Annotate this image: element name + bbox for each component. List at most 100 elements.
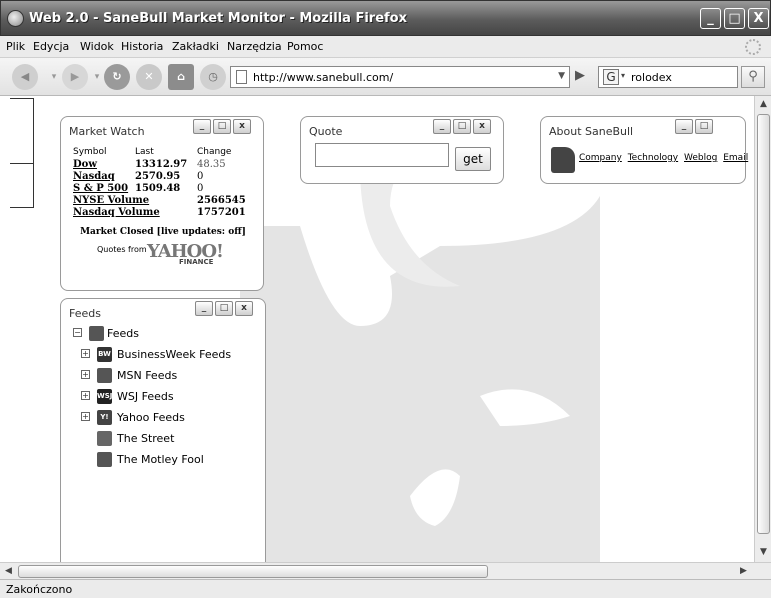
widget-maximize-icon[interactable]: □ [453, 119, 471, 134]
maximize-button[interactable]: □ [724, 8, 745, 29]
change-value: 0 [197, 171, 204, 182]
minimize-button[interactable]: _ [700, 8, 721, 29]
quote-symbol-input[interactable] [315, 143, 449, 167]
widget-maximize-icon[interactable]: □ [213, 119, 231, 134]
feed-label[interactable]: WSJ Feeds [117, 390, 174, 403]
scroll-down-icon[interactable]: ▼ [756, 545, 771, 560]
symbol-link[interactable]: Nasdaq [73, 171, 115, 182]
widget-minimize-icon[interactable]: _ [433, 119, 451, 134]
email-link[interactable]: Email [723, 153, 748, 163]
vertical-scrollbar[interactable]: ▲ ▼ [754, 96, 771, 562]
about-controls: _ □ [673, 119, 713, 135]
url-bar[interactable]: http://www.sanebull.com/ ▼ [230, 66, 570, 88]
url-text[interactable]: http://www.sanebull.com/ [253, 71, 393, 84]
forward-icon[interactable]: ▶ [62, 64, 88, 90]
widget-close-icon[interactable]: x [233, 119, 251, 134]
widget-minimize-icon[interactable]: _ [193, 119, 211, 134]
expand-icon[interactable]: + [81, 412, 90, 421]
widget-close-icon[interactable]: x [235, 301, 253, 316]
back-icon[interactable]: ◀ [12, 64, 38, 90]
navigation-toolbar: ◀ ▾ ▶ ▾ ↻ ✕ ⌂ ◷ http://www.sanebull.com/… [0, 58, 771, 96]
stop-icon[interactable]: ✕ [136, 64, 162, 90]
company-link[interactable]: Company [579, 153, 622, 163]
feed-label[interactable]: MSN Feeds [117, 369, 177, 382]
sanebull-logo-icon [551, 147, 575, 173]
volume-label-link[interactable]: NYSE Volume [73, 195, 149, 206]
search-engine-icon[interactable]: G [603, 69, 619, 85]
home-icon[interactable]: ⌂ [168, 64, 194, 90]
feeds-controls: _ □ x [193, 301, 253, 317]
widget-minimize-icon[interactable]: _ [675, 119, 693, 134]
menu-view[interactable]: Widok [80, 40, 114, 53]
header-last: Last [135, 147, 154, 157]
wsj-icon: WSJ [97, 389, 112, 404]
menu-help[interactable]: Pomoc [287, 40, 323, 53]
menu-tools[interactable]: Narzędzia [227, 40, 282, 53]
volume-label-link[interactable]: Nasdaq Volume [73, 207, 160, 218]
widget-maximize-icon[interactable]: □ [695, 119, 713, 134]
change-value: 0 [197, 183, 204, 194]
feed-label[interactable]: Yahoo Feeds [117, 411, 185, 424]
feed-label[interactable]: BusinessWeek Feeds [117, 348, 231, 361]
quote-controls: _ □ x [431, 119, 491, 135]
get-quote-button[interactable]: get [455, 147, 491, 171]
yahoo-icon: Y! [97, 410, 112, 425]
quotes-from-label: Quotes from [97, 245, 147, 254]
search-input[interactable]: rolodex [631, 71, 672, 84]
menu-bookmarks[interactable]: Zakładki [172, 40, 219, 53]
feed-label[interactable]: The Motley Fool [117, 453, 204, 466]
forward-history-dropdown-icon[interactable]: ▾ [90, 64, 104, 90]
feeds-widget: Feeds _ □ x − Feeds + BW BusinessWeek Feed… [60, 298, 266, 562]
panel-divider [10, 163, 34, 164]
back-history-dropdown-icon[interactable]: ▾ [44, 64, 64, 90]
feeds-title: Feeds [69, 307, 101, 320]
search-box[interactable]: G ▾ rolodex [598, 66, 738, 88]
history-clock-icon[interactable]: ◷ [200, 64, 226, 90]
widget-minimize-icon[interactable]: _ [195, 301, 213, 316]
search-engine-dropdown-icon[interactable]: ▾ [621, 71, 625, 80]
symbol-link[interactable]: S & P 500 [73, 183, 128, 194]
expand-icon[interactable]: + [81, 391, 90, 400]
expand-icon[interactable]: + [81, 370, 90, 379]
menubar: Plik Edycja Widok Historia Zakładki Narz… [0, 36, 771, 58]
page-content: Market Watch _ □ x Symbol Last Change Do… [0, 96, 754, 562]
menu-history[interactable]: Historia [121, 40, 163, 53]
horizontal-scroll-thumb[interactable] [18, 565, 488, 578]
technology-link[interactable]: Technology [628, 153, 678, 163]
market-watch-controls: _ □ x [191, 119, 251, 135]
widget-close-icon[interactable]: x [473, 119, 491, 134]
yahoo-finance-logo: YAHOO! FINANCE [147, 241, 224, 266]
menu-edit[interactable]: Edycja [33, 40, 69, 53]
feed-label[interactable]: The Street [117, 432, 174, 445]
search-magnifier-icon[interactable]: ⚲ [741, 66, 765, 88]
symbol-link[interactable]: Dow [73, 159, 97, 170]
widget-maximize-icon[interactable]: □ [215, 301, 233, 316]
weblog-link[interactable]: Weblog [684, 153, 717, 163]
businessweek-icon: BW [97, 347, 112, 362]
close-button[interactable]: X [748, 8, 769, 29]
scroll-left-icon[interactable]: ◀ [1, 564, 16, 579]
horizontal-scrollbar[interactable]: ◀ ▶ [0, 562, 771, 579]
change-value: 48.35 [197, 159, 226, 170]
firefox-icon [7, 10, 24, 27]
tree-root-label[interactable]: Feeds [107, 327, 139, 340]
scroll-right-icon[interactable]: ▶ [736, 564, 751, 579]
market-watch-widget: Market Watch _ □ x Symbol Last Change Do… [60, 116, 264, 291]
market-status: Market Closed [live updates: off] [80, 227, 246, 237]
page-icon [236, 70, 247, 84]
menu-file[interactable]: Plik [6, 40, 25, 53]
thestreet-icon [97, 431, 112, 446]
reload-icon[interactable]: ↻ [104, 64, 130, 90]
url-dropdown-icon[interactable]: ▼ [558, 71, 565, 81]
scroll-up-icon[interactable]: ▲ [756, 97, 771, 112]
about-widget: About SaneBull _ □ Company Technology We… [540, 116, 748, 184]
vertical-scroll-thumb[interactable] [757, 114, 770, 534]
collapse-icon[interactable]: − [73, 328, 82, 337]
expand-icon[interactable]: + [81, 349, 90, 358]
throbber-icon [745, 39, 761, 55]
window-title: Web 2.0 - SaneBull Market Monitor - Mozi… [29, 11, 408, 26]
status-text: Zakończono [6, 583, 73, 596]
msn-butterfly-icon [97, 368, 112, 383]
about-links: Company Technology Weblog Email [579, 153, 751, 163]
go-icon[interactable]: ▶ [575, 68, 585, 83]
